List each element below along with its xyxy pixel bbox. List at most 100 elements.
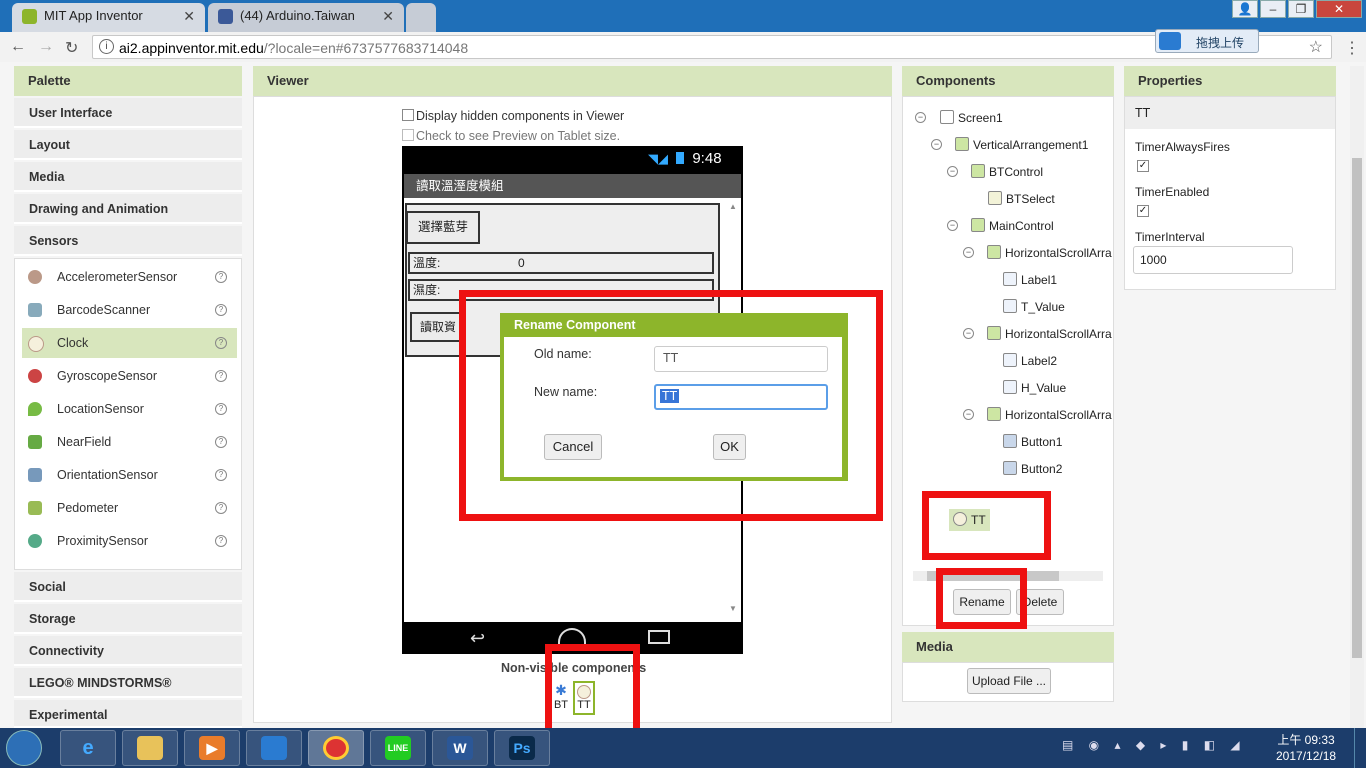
tree-hscroll-1[interactable]: HorizontalScrollArra xyxy=(987,244,1112,262)
forward-arrow-icon[interactable]: → xyxy=(38,38,54,56)
collapse-toggle-icon[interactable]: − xyxy=(963,247,974,258)
palette-item-location[interactable]: LocationSensor ? xyxy=(22,394,237,424)
back-arrow-icon[interactable]: ← xyxy=(10,38,26,56)
display-hidden-checkbox[interactable]: Display hidden components in Viewer xyxy=(402,109,624,123)
help-icon[interactable]: ? xyxy=(215,304,227,316)
taskbar-line[interactable]: LINE xyxy=(370,730,426,766)
taskbar-clock[interactable]: 上午 09:33 2017/12/18 xyxy=(1276,732,1336,764)
help-icon[interactable]: ? xyxy=(215,370,227,382)
tree-label: Button1 xyxy=(1021,435,1063,449)
new-tab-button[interactable] xyxy=(406,3,436,32)
tree-btselect[interactable]: BTSelect xyxy=(988,190,1055,208)
palette-category-user-interface[interactable]: User Interface xyxy=(14,98,242,128)
show-desktop-button[interactable] xyxy=(1354,728,1366,768)
system-tray-icons[interactable]: ▤ ◉ ▴ ◆ ▸ ▮ ◧ ◢ xyxy=(1062,738,1246,752)
tree-btcontrol[interactable]: BTControl xyxy=(971,163,1043,181)
tree-verticalarrangement1[interactable]: VerticalArrangement1 xyxy=(955,136,1088,154)
taskbar-photoshop[interactable]: Ps xyxy=(494,730,550,766)
palette-item-gyroscope[interactable]: GyroscopeSensor ? xyxy=(22,361,237,391)
timer-interval-input[interactable]: 1000 xyxy=(1133,246,1293,274)
palette-item-proximity[interactable]: ProximitySensor ? xyxy=(22,526,237,556)
timer-always-fires-checkbox[interactable]: ✓ xyxy=(1137,160,1149,172)
close-window-icon[interactable]: ✕ xyxy=(1316,0,1362,18)
palette-item-clock[interactable]: Clock ? xyxy=(22,328,237,358)
tab-mit-app-inventor[interactable]: MIT App Inventor ✕ xyxy=(12,3,205,32)
upload-file-button[interactable]: Upload File ... xyxy=(967,668,1051,694)
tab-title: (44) Arduino.Taiwan xyxy=(240,8,355,23)
palette-category-connectivity[interactable]: Connectivity xyxy=(14,636,242,666)
tree-button2[interactable]: Button2 xyxy=(1003,460,1062,478)
bookmark-star-icon[interactable]: ☆ xyxy=(1309,37,1323,57)
tree-screen1[interactable]: Screen1 xyxy=(940,109,1003,127)
tree-h-value[interactable]: H_Value xyxy=(1003,379,1066,397)
help-icon[interactable]: ? xyxy=(215,271,227,283)
maximize-icon[interactable]: ❐ xyxy=(1288,0,1314,18)
palette-category-layout[interactable]: Layout xyxy=(14,130,242,160)
url-input[interactable]: i ai2.appinventor.mit.edu/?locale=en#673… xyxy=(92,29,1332,59)
menu-icon[interactable]: ⋮ xyxy=(1344,38,1360,58)
minimize-icon[interactable]: – xyxy=(1260,0,1286,18)
palette-category-experimental[interactable]: Experimental xyxy=(14,700,242,728)
tree-label: T_Value xyxy=(1021,300,1065,314)
palette-item-barcode[interactable]: BarcodeScanner ? xyxy=(22,295,237,325)
palette-category-sensors[interactable]: Sensors xyxy=(14,226,242,256)
collapse-toggle-icon[interactable]: − xyxy=(947,166,958,177)
tab-arduino-taiwan[interactable]: (44) Arduino.Taiwan ✕ xyxy=(208,3,404,32)
palette-item-nearfield[interactable]: NearField ? xyxy=(22,427,237,457)
help-icon[interactable]: ? xyxy=(215,469,227,481)
tree-button1[interactable]: Button1 xyxy=(1003,433,1062,451)
listpicker-icon xyxy=(988,191,1002,205)
taskbar-media[interactable]: ▶ xyxy=(184,730,240,766)
taskbar-baidu[interactable] xyxy=(246,730,302,766)
media-player-icon: ▶ xyxy=(199,736,225,760)
collapse-toggle-icon[interactable]: − xyxy=(963,409,974,420)
start-button[interactable] xyxy=(6,730,42,766)
taskbar-ie[interactable]: e xyxy=(60,730,116,766)
palette-category-lego[interactable]: LEGO® MINDSTORMS® xyxy=(14,668,242,698)
tree-t-value[interactable]: T_Value xyxy=(1003,298,1065,316)
read-data-button[interactable]: 讀取資 xyxy=(410,312,466,342)
tablet-preview-checkbox[interactable]: Check to see Preview on Tablet size. xyxy=(402,129,620,143)
collapse-toggle-icon[interactable]: − xyxy=(931,139,942,150)
page-scrollbar[interactable] xyxy=(1350,66,1364,728)
collapse-toggle-icon[interactable]: − xyxy=(915,112,926,123)
clock-date: 2017/12/18 xyxy=(1276,749,1337,763)
collapse-toggle-icon[interactable]: − xyxy=(947,220,958,231)
extension-label: 拖拽上传 xyxy=(1196,36,1245,50)
help-icon[interactable]: ? xyxy=(215,403,227,415)
tree-hscroll-3[interactable]: HorizontalScrollArra xyxy=(987,406,1112,424)
palette-item-accelerometer[interactable]: AccelerometerSensor ? xyxy=(22,262,237,292)
close-tab-icon[interactable]: ✕ xyxy=(382,3,394,29)
user-icon[interactable]: 👤 xyxy=(1232,0,1258,18)
info-icon[interactable]: i xyxy=(99,39,114,54)
taskbar-word[interactable]: W xyxy=(432,730,488,766)
reload-icon[interactable]: ↻ xyxy=(65,38,78,58)
help-icon[interactable]: ? xyxy=(215,337,227,349)
palette-item-orientation[interactable]: OrientationSensor ? xyxy=(22,460,237,490)
orientation-icon xyxy=(28,468,42,482)
palette-category-social[interactable]: Social xyxy=(14,572,242,602)
palette-category-storage[interactable]: Storage xyxy=(14,604,242,634)
palette-category-drawing[interactable]: Drawing and Animation xyxy=(14,194,242,224)
help-icon[interactable]: ? xyxy=(215,502,227,514)
tree-label2[interactable]: Label2 xyxy=(1003,352,1057,370)
collapse-toggle-icon[interactable]: − xyxy=(963,328,974,339)
close-tab-icon[interactable]: ✕ xyxy=(183,3,195,29)
page-scrollbar-thumb[interactable] xyxy=(1352,158,1362,658)
bt-select-button[interactable]: 選擇藍芽 xyxy=(406,211,480,244)
taskbar-chrome[interactable] xyxy=(308,730,364,766)
phone-back-icon: ↩ xyxy=(470,628,486,648)
taskbar-explorer[interactable] xyxy=(122,730,178,766)
nfc-icon xyxy=(28,435,42,449)
help-icon[interactable]: ? xyxy=(215,535,227,547)
horizontal-arrangement-icon xyxy=(987,245,1001,259)
palette-item-pedometer[interactable]: Pedometer ? xyxy=(22,493,237,523)
upload-extension-button[interactable]: 拖拽上传 xyxy=(1155,29,1259,53)
tree-maincontrol[interactable]: MainControl xyxy=(971,217,1054,235)
timer-enabled-checkbox[interactable]: ✓ xyxy=(1137,205,1149,217)
tree-label1[interactable]: Label1 xyxy=(1003,271,1057,289)
palette-category-media[interactable]: Media xyxy=(14,162,242,192)
tree-hscroll-2[interactable]: HorizontalScrollArra xyxy=(987,325,1112,343)
label-icon xyxy=(1003,380,1017,394)
help-icon[interactable]: ? xyxy=(215,436,227,448)
